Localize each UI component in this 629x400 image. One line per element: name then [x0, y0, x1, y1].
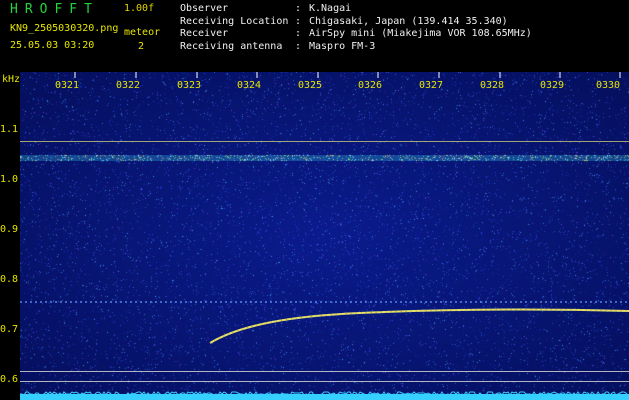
spectrum-floor	[20, 394, 629, 400]
carrier-band	[20, 155, 629, 161]
overlay-svg	[20, 72, 629, 400]
meteor-trail-highlight	[209, 309, 629, 344]
x-tick-marks	[74, 72, 621, 78]
meteor-trail	[209, 308, 629, 344]
